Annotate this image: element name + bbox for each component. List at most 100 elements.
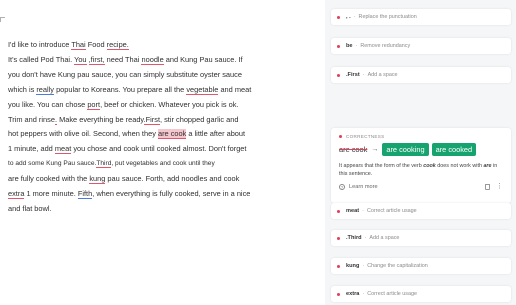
suggestion-category: CORRECTNESS [339,134,503,139]
error-dot-icon [337,236,340,240]
suggestion-card[interactable]: .Third · Add a space [331,230,511,246]
text-run: and Kung Pau sauce. If [163,54,243,64]
text-run: I'd like to introduce [8,40,72,49]
card-footer: ? Learn more ⋮ [339,183,503,190]
text-run: you chose and cook until cooked almost. … [71,144,247,154]
flagged-word[interactable]: You [74,54,87,65]
text-run: Make everything be ready [57,114,144,124]
flagged-word[interactable]: kung [89,174,106,185]
document-text[interactable]: I'd like to introduce Thai Food recipe. I… [8,38,314,217]
suggestion-card[interactable]: extra · Correct article usage [331,286,511,302]
explanation-text: It appears that the form of the verb coo… [339,162,505,178]
arrow-right-icon: → [371,146,379,153]
explanation-verb: cook [423,163,436,169]
text-run: popular to Koreans. You prepare all the [54,84,187,94]
flagged-word[interactable]: Thai [71,40,86,50]
text-run: you don't have Kung pau sauce, you can s… [8,69,242,79]
learn-more-link[interactable]: Learn more [349,184,378,190]
explanation-part: It appears that the form of the verb [339,163,424,169]
text-run: and meat [218,84,252,94]
suggestion-card[interactable]: meat · Correct article usage [331,203,511,219]
text-run: to add some Kung Pau sauce. [8,160,97,168]
error-dot-icon [339,135,342,138]
suggestion-word: kung [346,263,360,269]
text-run: , stir chopped garlic and [160,114,239,124]
active-flagged-phrase[interactable]: are cook [157,129,187,140]
suggestion-description: Add a space [367,72,398,78]
separator: · [353,14,356,20]
suggestion-description: Remove redundancy [360,43,411,49]
suggestion-word: .First [346,72,360,78]
text-run: a little after about [186,129,246,139]
text-line: extra 1 more minute. Fifth, when everyth… [8,187,314,202]
text-line: Trim and rinse. Make everything be ready… [8,113,314,128]
text-run: pau sauce. Forth, add noodles and cook [105,174,240,184]
text-line: to add some Kung Pau sauce.Third, put ve… [8,157,314,172]
error-dot-icon [337,292,340,296]
flagged-word[interactable]: port [87,99,101,110]
flagged-word[interactable]: Fifth [77,189,93,200]
text-run: , beef or chicken. Whatever you pick is … [100,99,239,109]
suggestion-description: Replace the punctuation [358,14,417,20]
expanded-suggestion-card: CORRECTNESS are cook → are cooking are c… [331,128,511,203]
suggestion-card[interactable]: , . · Replace the punctuation [331,9,511,25]
text-run: , when everything is fully cooked, serve… [92,189,251,199]
flagged-word[interactable]: really [36,84,55,95]
flagged-word[interactable]: Third [96,160,112,169]
separator: · [362,291,365,297]
category-label: CORRECTNESS [346,134,385,139]
text-line: hot peppers with olive oil. Second, when… [8,127,314,142]
replacement-row: are cook → are cooking are cooked [339,143,503,156]
corner-mark-icon [0,17,5,22]
text-line: 1 minute, add meat you chose and cook un… [8,142,314,157]
suggestion-description: Correct article usage [366,208,417,214]
separator: · [362,208,364,214]
lightbulb-icon: ? [339,184,345,190]
flagged-word[interactable]: recipe. [106,40,129,50]
separator: · [364,235,367,241]
text-run: and flat bowl. [8,203,52,213]
suggestion-word: meat [346,208,360,214]
suggestion-card[interactable]: kung · Change the capitalization [331,258,511,274]
suggestion-card[interactable]: be · Remove redundancy [331,38,511,54]
explanation-subject: are [483,163,492,169]
more-options-icon[interactable]: ⋮ [496,183,503,190]
original-text: are cook [339,145,368,154]
document-editor[interactable]: I'd like to introduce Thai Food recipe. I… [0,0,318,305]
suggestion-card[interactable]: .First · Add a space [331,67,511,83]
text-run: 1 minute, add [8,144,55,154]
flagged-word[interactable]: .First [143,114,160,125]
text-line: are fully cooked with the kung pau sauce… [8,172,314,187]
text-run: are fully cooked with the [8,174,90,184]
suggestion-description: Correct article usage [367,291,417,297]
accept-option-button[interactable]: are cooked [431,143,477,156]
suggestion-word: , . [346,14,351,20]
text-line: and flat bowl. [8,202,314,217]
text-line: It's called Pod Thai. You ,first, need T… [8,53,314,68]
separator: · [362,72,365,78]
error-dot-icon [337,73,340,77]
error-dot-icon [337,44,340,48]
accept-option-button[interactable]: are cooking [382,143,429,156]
suggestion-word: extra [346,291,360,297]
explanation-part: does not work with [435,163,484,169]
flagged-word[interactable]: noodle [141,54,164,65]
text-run: need Thai [104,54,142,64]
flagged-word[interactable]: vegetable [186,84,219,95]
error-dot-icon [337,264,340,268]
flagged-word[interactable]: ,first, [88,54,105,65]
text-line: which is really popular to Koreans. You … [8,83,314,98]
flagged-word[interactable]: meat [54,144,72,155]
suggestions-panel: , . · Replace the punctuation be · Remov… [325,0,516,305]
flagged-word[interactable]: extra [8,189,25,200]
suggestion-word: be [346,43,353,49]
text-run: you like. You can chose [8,99,88,109]
separator: · [362,263,365,269]
suggestion-description: Add a space [369,235,400,241]
text-run: hot peppers with olive oil. Second, when… [8,129,158,139]
text-run: which is [8,84,37,94]
text-run: It's called Pod Thai. [8,54,75,64]
trash-icon[interactable] [485,184,490,190]
text-run: Trim and rinse [8,114,55,124]
error-dot-icon [337,209,340,213]
